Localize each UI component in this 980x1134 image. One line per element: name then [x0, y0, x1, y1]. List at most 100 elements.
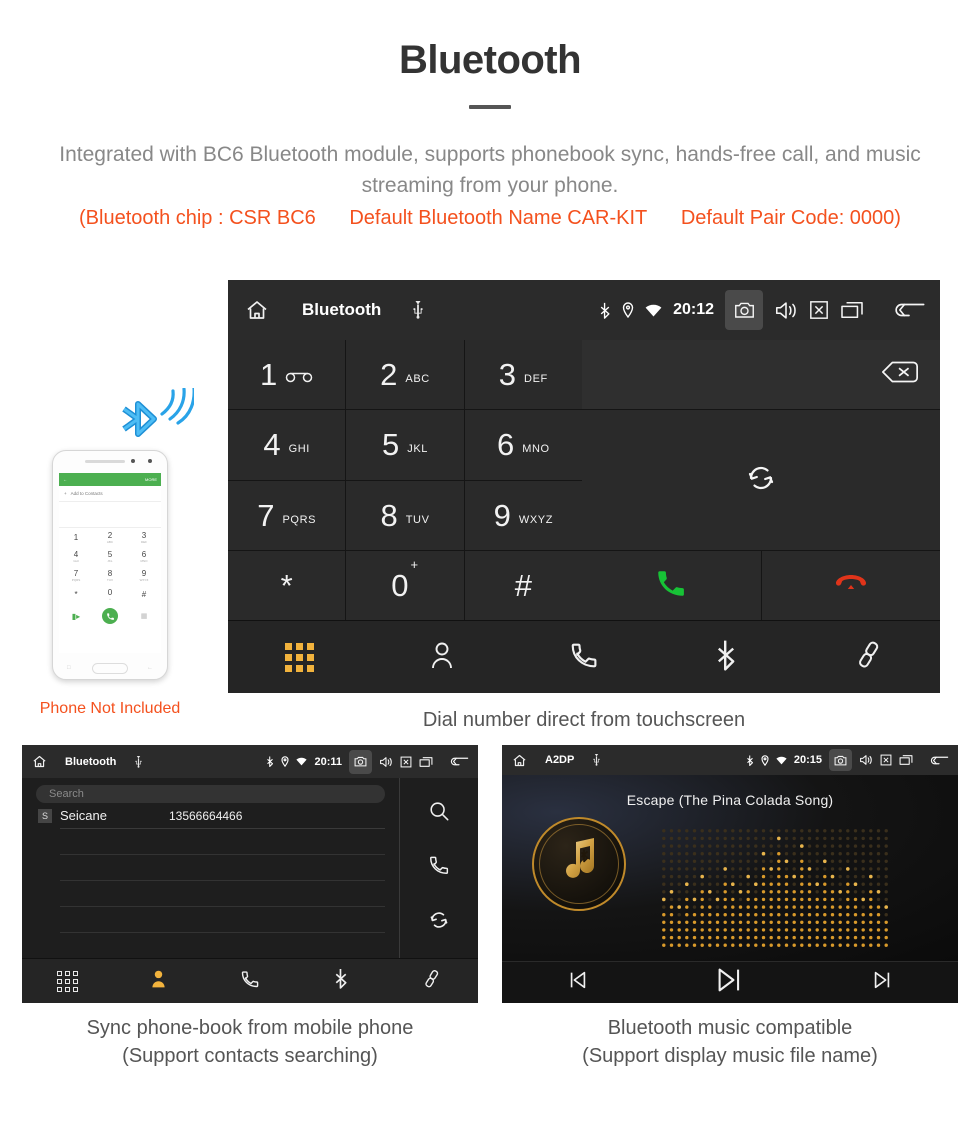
voicemail-icon: [285, 362, 313, 388]
music-screenshot: A2DP 20:15 Escape (The Pina Colada Song): [502, 745, 958, 1003]
contact-number: 13566664466: [168, 808, 243, 823]
dial-key-7[interactable]: 7 PQRS: [228, 480, 346, 550]
volume-icon[interactable]: [859, 754, 873, 766]
dial-key-1[interactable]: 1: [228, 340, 346, 410]
phone-body: ← MORE + Add to Contacts 1 2 ABC 3 DEF 4 GHI 5 J…: [52, 450, 168, 680]
phone-mock-key-digit: 9: [141, 569, 147, 578]
dial-key-#[interactable]: #: [464, 550, 582, 620]
phone-mockup: ← MORE + Add to Contacts 1 2 ABC 3 DEF 4 GHI 5 J…: [52, 450, 168, 680]
play-pause-icon: [715, 965, 745, 1000]
dial-key-3[interactable]: 3 DEF: [464, 340, 582, 410]
nav-call-log[interactable]: [513, 640, 655, 675]
volume-icon[interactable]: [774, 300, 798, 321]
home-icon[interactable]: [511, 753, 528, 768]
dial-key-2[interactable]: 2 ABC: [346, 340, 464, 410]
usb-icon: [411, 301, 425, 319]
phone-mock-key-letters: ABC: [106, 540, 114, 544]
dial-key-*[interactable]: *: [228, 550, 346, 620]
next-track-button[interactable]: [806, 969, 958, 996]
music-controls: [502, 961, 958, 1003]
music-body: Escape (The Pina Colada Song): [502, 775, 958, 961]
call-button[interactable]: [582, 551, 761, 620]
phone-mock-key-digit: #: [141, 590, 147, 599]
contact-row[interactable]: S Seicane 13566664466: [38, 803, 385, 829]
dial-key-0[interactable]: 0 +: [346, 550, 464, 620]
dial-key-8[interactable]: 8 TUV: [346, 480, 464, 550]
dial-key-letters: GHI: [288, 443, 310, 456]
dial-key-letters: MNO: [522, 443, 550, 456]
contact-row-empty: [60, 881, 385, 907]
phone-mock-key-7: 7 PQRS: [59, 566, 93, 585]
camera-icon[interactable]: [829, 749, 852, 771]
phone-mock-key-letters: MNO: [140, 559, 148, 563]
home-icon[interactable]: [242, 298, 272, 322]
nav-dialpad[interactable]: [228, 642, 370, 672]
back-icon[interactable]: [892, 299, 926, 321]
sync-icon[interactable]: [428, 909, 450, 936]
nav-call-log[interactable]: [204, 969, 295, 994]
number-input[interactable]: [582, 340, 940, 409]
phone-camera: [148, 459, 152, 463]
search-icon[interactable]: [428, 800, 450, 827]
previous-track-button[interactable]: [502, 969, 654, 996]
nav-bluetooth[interactable]: [296, 968, 387, 994]
phone-more-label: MORE: [145, 477, 157, 482]
recent-apps-icon[interactable]: [899, 754, 913, 766]
title-divider: [469, 105, 511, 109]
volume-icon[interactable]: [379, 756, 393, 768]
recent-apps-icon[interactable]: [840, 300, 864, 320]
nav-contacts[interactable]: [370, 640, 512, 675]
dial-key-digit: 6: [496, 427, 515, 463]
dial-key-digit: 7: [257, 497, 275, 533]
phone-action-row: ▮▸ ▦: [59, 604, 161, 628]
nav-bluetooth[interactable]: [655, 639, 797, 676]
phone-keypad-toggle-icon: ▦: [140, 613, 148, 620]
phone-mock-key-digit: *: [74, 590, 78, 599]
hangup-button[interactable]: [761, 551, 940, 620]
camera-icon[interactable]: [725, 290, 763, 330]
backspace-icon[interactable]: [880, 360, 920, 389]
phone-menu-key: □: [67, 665, 71, 671]
dial-key-9[interactable]: 9 WXYZ: [464, 480, 582, 550]
phonebook-body: Search S Seicane 13566664466: [22, 778, 478, 958]
nav-contacts[interactable]: [113, 968, 204, 994]
back-icon[interactable]: [449, 755, 469, 768]
page-subtitle: Integrated with BC6 Bluetooth module, su…: [59, 143, 921, 197]
call-action-row: [582, 551, 940, 620]
next-track-icon: [871, 969, 893, 996]
play-pause-button[interactable]: [654, 965, 806, 1000]
nav-dialpad[interactable]: [22, 970, 113, 992]
bluetooth-icon: [746, 755, 754, 766]
search-input[interactable]: Search: [36, 785, 385, 803]
sync-contacts-button[interactable]: [582, 410, 940, 550]
contact-row-empty: [60, 829, 385, 855]
usb-icon: [592, 754, 601, 766]
home-icon[interactable]: [31, 754, 48, 769]
dial-key-digit: *: [280, 567, 293, 603]
call-log-icon: [569, 640, 599, 675]
close-box-icon[interactable]: [809, 300, 829, 320]
phone-mock-key-letters: GHI: [73, 559, 79, 563]
close-box-icon[interactable]: [400, 756, 412, 768]
recent-apps-icon[interactable]: [419, 756, 433, 768]
phone-mock-key-letters: DEF: [141, 540, 147, 544]
dial-key-5[interactable]: 5 JKL: [346, 410, 464, 480]
spectrum-visualizer: [662, 829, 888, 947]
close-box-icon[interactable]: [880, 754, 892, 766]
contact-name: Seicane: [60, 808, 107, 823]
bluetooth-icon: [334, 968, 348, 994]
call-icon[interactable]: [428, 854, 450, 881]
back-icon[interactable]: [929, 754, 949, 767]
dial-key-6[interactable]: 6 MNO: [464, 410, 582, 480]
bluetooth-logo-icon: [122, 388, 194, 437]
spec-line: (Bluetooth chip : CSR BC6 Default Blueto…: [0, 207, 980, 230]
nav-pair[interactable]: [387, 969, 478, 994]
phone-mock-key-letters: PQRS: [71, 578, 81, 582]
phone-mock-key-1: 1: [59, 528, 93, 547]
wifi-icon: [776, 756, 787, 765]
caption-dialer: Dial number direct from touchscreen: [422, 709, 746, 731]
spec-chip: (Bluetooth chip : CSR BC6: [79, 207, 316, 229]
camera-icon[interactable]: [349, 749, 372, 774]
nav-pair[interactable]: [798, 640, 940, 675]
dial-key-4[interactable]: 4 GHI: [228, 410, 346, 480]
